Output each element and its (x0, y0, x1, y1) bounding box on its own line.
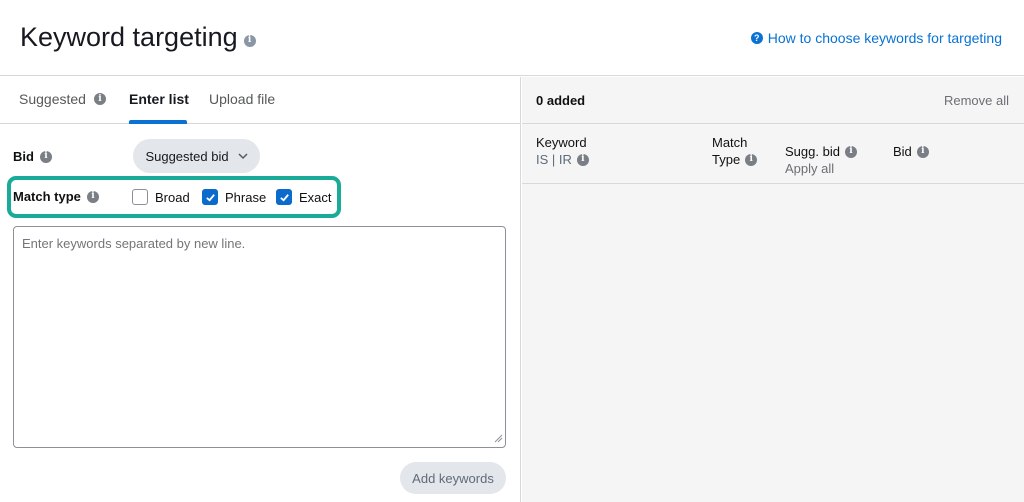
resize-grip-icon[interactable] (493, 433, 503, 443)
tab-label: Upload file (209, 91, 276, 107)
page-title: Keyword targeting i (20, 22, 256, 53)
checkbox-label: Exact (299, 189, 332, 205)
column-keyword: Keyword IS | IR i (536, 134, 589, 168)
checkmark-icon (205, 193, 215, 202)
chevron-down-icon (238, 152, 248, 159)
checkbox-box[interactable] (202, 189, 218, 205)
checkmark-icon (279, 193, 289, 202)
info-icon[interactable]: i (93, 93, 106, 105)
column-keyword-sub: IS | IR (536, 152, 572, 167)
tab-label: Enter list (129, 91, 189, 107)
bid-label: Bid i (13, 149, 52, 164)
added-panel-header: 0 added Remove all (522, 77, 1024, 124)
column-match-label2: Type (712, 152, 741, 167)
column-match-type: Match Type i (712, 134, 758, 168)
checkbox-box[interactable] (132, 189, 148, 205)
checkbox-label: Phrase (225, 189, 267, 205)
table-header: Keyword IS | IR i Match Type i Sugg. bid i … (522, 124, 1024, 184)
active-tab-indicator (129, 120, 187, 124)
page-title-text: Keyword targeting (20, 22, 238, 52)
bid-label-text: Bid (13, 149, 34, 164)
column-keyword-label: Keyword (536, 135, 587, 150)
checkbox-box[interactable] (276, 189, 292, 205)
column-bid: Bid i (893, 143, 929, 160)
info-icon[interactable]: i (576, 153, 589, 166)
help-link-text: How to choose keywords for targeting (767, 30, 1002, 46)
match-type-label-text: Match type (13, 189, 81, 204)
tab-upload-file[interactable]: Upload file (209, 91, 275, 107)
apply-all-link[interactable]: Apply all (785, 160, 857, 177)
remove-all-button[interactable]: Remove all (944, 93, 1009, 108)
column-sugg-bid-label: Sugg. bid (785, 144, 840, 159)
tab-enter-list[interactable]: Enter list (129, 91, 189, 107)
checkbox-exact[interactable]: Exact (276, 189, 332, 205)
page-header: Keyword targeting i ? How to choose keyw… (0, 0, 1024, 76)
tab-label: Suggested (19, 91, 86, 107)
question-circle-icon: ? (750, 32, 763, 44)
column-sugg-bid: Sugg. bid i Apply all (785, 143, 857, 177)
info-icon[interactable]: i (39, 150, 52, 163)
add-keywords-button[interactable]: Add keywords (400, 462, 506, 494)
checkbox-phrase[interactable]: Phrase (202, 189, 266, 205)
checkbox-label: Broad (155, 189, 190, 205)
tab-suggested[interactable]: Suggested i (19, 91, 106, 107)
match-type-label: Match type i (13, 189, 99, 204)
tab-bar: Suggested i Enter list Upload file (0, 77, 520, 124)
keywords-textarea[interactable] (13, 226, 506, 448)
help-link[interactable]: ? How to choose keywords for targeting (750, 30, 1002, 46)
info-icon[interactable]: i (844, 145, 857, 158)
info-icon[interactable]: i (243, 34, 256, 47)
column-bid-label: Bid (893, 144, 912, 159)
info-icon[interactable]: i (916, 145, 929, 158)
column-match-label: Match (712, 135, 748, 150)
keyword-entry-panel: Suggested i Enter list Upload file Bid i… (0, 77, 521, 502)
bid-dropdown-value: Suggested bid (145, 148, 229, 164)
info-icon[interactable]: i (745, 153, 758, 166)
info-icon[interactable]: i (86, 190, 99, 203)
checkbox-broad[interactable]: Broad (132, 189, 190, 205)
bid-dropdown[interactable]: Suggested bid (133, 139, 260, 173)
added-count: 0 added (536, 93, 586, 108)
added-keywords-panel: 0 added Remove all Keyword IS | IR i Matc… (522, 77, 1024, 502)
